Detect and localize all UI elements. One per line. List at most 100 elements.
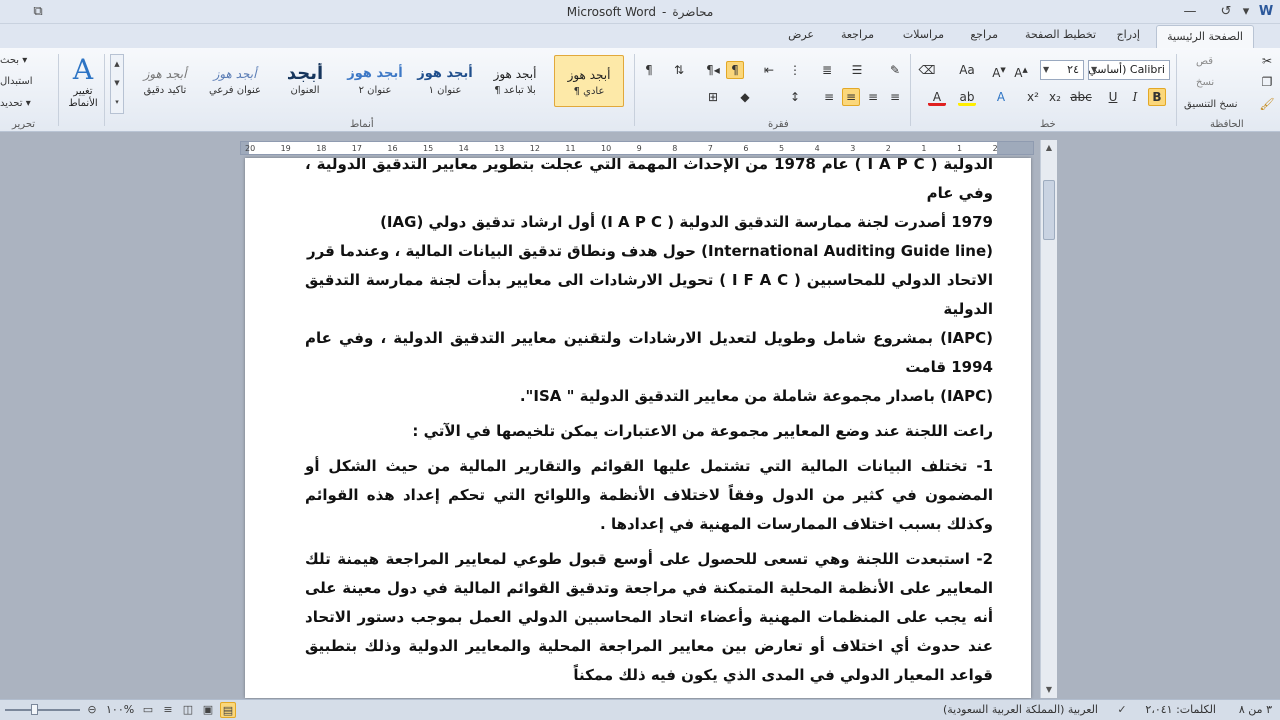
outline-view-icon[interactable]: ≡ [160,702,176,718]
vertical-scrollbar[interactable]: ▲ ▼ [1040,140,1057,698]
change-styles-icon: A [72,53,94,86]
italic-icon[interactable]: I [1126,88,1144,106]
spelling-icon[interactable]: ✎ [886,61,904,79]
font-name-combo[interactable]: Calibri (أساسي) ▼ [1088,60,1170,80]
change-styles-button[interactable]: A تغيير الأنماط [62,54,104,114]
align-right-icon[interactable]: ≡ [886,88,904,106]
more-styles-icon[interactable]: ▾ [111,93,123,112]
borders-icon[interactable]: ⊞ [704,88,722,106]
font-color-icon[interactable]: A [928,88,946,106]
web-layout-view-icon[interactable]: ◫ [180,702,196,718]
bold-icon[interactable]: B [1148,88,1166,106]
tab-references[interactable]: مراجع [970,28,998,41]
multilevel-list-icon[interactable]: ⋮ [786,61,804,79]
clear-formatting-icon[interactable]: ⌫ [918,61,936,79]
select-button[interactable]: تحديد ▾ [0,98,31,109]
ruler-tick-label: 2 [992,144,998,153]
style-heading-1[interactable]: أبجد هوز عنوان ١ [410,55,480,107]
highlight-icon[interactable]: ab [958,88,976,106]
window-title: Microsoft Word - محاضرة [0,5,1280,19]
show-marks-icon[interactable]: ¶ [640,61,658,79]
ruler-tick-label: 5 [779,144,785,153]
paragraph-point-1: 1- تختلف البيانات المالية التي تشتمل علي… [305,457,993,533]
quick-save-icon[interactable]: ▾ [1238,4,1254,20]
style-sample: أبجد هوز [347,66,403,81]
replace-button[interactable]: استبدال [0,76,33,87]
shrink-font-icon[interactable]: A▼ [990,61,1008,80]
styles-gallery-scroll[interactable]: ▲ ▼ ▾ [110,54,124,114]
ruler-tick-label: 1 [921,144,927,153]
subscript-icon[interactable]: x₂ [1046,88,1064,106]
text-effects-icon[interactable]: A [992,88,1010,106]
scroll-up-icon[interactable]: ▲ [111,55,123,74]
rtl-paragraph-icon[interactable]: ¶ [726,61,744,79]
undo-icon[interactable]: ↺ [1218,4,1234,20]
style-subtitle[interactable]: أبجد هوز عنوان فرعي [200,55,270,107]
line-spacing-icon[interactable]: ↕ [786,88,804,106]
horizontal-ruler[interactable]: 20 19 18 17 16 15 14 13 12 11 10 9 8 7 6 5 4 3 2 1 1 2 [240,141,1034,155]
full-screen-view-icon[interactable]: ▣ [200,702,216,718]
tab-view[interactable]: عرض [788,28,814,41]
style-title[interactable]: أبجد العنوان [270,55,340,107]
tab-insert[interactable]: إدراج [1117,28,1140,41]
minimize-icon[interactable]: — [1182,4,1198,20]
styles-group-label: أنماط [350,119,374,130]
style-subtle-emphasis[interactable]: أبجد هوز تأكيد دقيق [130,55,200,107]
bullets-icon[interactable]: ☰ [848,61,866,79]
document-body[interactable]: الدولية ( I A P C ) عام 1978 من الإحداث … [305,158,993,696]
copy-button[interactable]: نسخ [1196,77,1214,88]
draft-view-icon[interactable]: ▭ [140,702,156,718]
paragraph-intro: راعت اللجنة عند وضع المعايير مجموعة من ا… [412,422,993,440]
zoom-level[interactable]: %١٠٠ [106,703,134,716]
document-page[interactable]: الدولية ( I A P C ) عام 1978 من الإحداث … [245,158,1031,698]
editing-group-label: تحرير [12,119,36,130]
grow-font-icon[interactable]: A▲ [1012,61,1030,80]
word-count[interactable]: الكلمات: ٢،٠٤١ [1145,703,1216,716]
font-size-combo[interactable]: ٢٤ ▼ [1040,60,1084,80]
language-indicator[interactable]: العربية (المملكة العربية السعودية) [943,703,1098,716]
proofing-icon[interactable]: ✓ [1114,702,1130,718]
zoom-out-icon[interactable]: ⊖ [84,702,100,718]
underline-icon[interactable]: U [1104,88,1122,106]
numbering-icon[interactable]: ≣ [818,61,836,79]
select-label: تحديد [0,98,23,109]
zoom-slider-thumb[interactable] [31,704,38,715]
page-count[interactable]: ٣ من ٨ [1239,703,1272,716]
find-button[interactable]: بحث ▾ [0,55,27,66]
scroll-up-icon[interactable]: ▲ [1041,140,1057,156]
align-left-icon[interactable]: ≡ [820,88,838,106]
change-case-icon[interactable]: Aa [956,61,978,79]
style-no-spacing[interactable]: أبجد هوز ¶ بلا تباعد [480,55,550,107]
print-layout-view-icon[interactable]: ▤ [220,702,236,718]
style-sample: أبجد هوز [213,67,257,81]
style-heading-2[interactable]: أبجد هوز عنوان ٢ [340,55,410,107]
tab-review[interactable]: مراجعة [841,28,874,41]
ribbon-tabs: الصفحة الرئيسية إدراج تخطيط الصفحة مراجع… [0,24,1280,49]
shading-icon[interactable]: ◆ [736,88,754,106]
superscript-icon[interactable]: x² [1024,88,1042,106]
paragraph-point-2: 2- استبعدت اللجنة وهي تسعى للحصول على أو… [305,550,993,684]
decrease-indent-icon[interactable]: ⇤ [760,61,778,79]
tab-page-layout[interactable]: تخطيط الصفحة [1025,28,1096,41]
scroll-down-icon[interactable]: ▼ [1041,682,1057,698]
scroll-thumb[interactable] [1043,180,1055,240]
tab-home[interactable]: الصفحة الرئيسية [1156,25,1254,49]
align-center-icon[interactable]: ≡ [864,88,882,106]
word-logo-icon: W [1258,4,1274,19]
zoom-slider[interactable] [5,709,80,711]
style-normal[interactable]: أبجد هوز ¶ عادي [554,55,624,107]
strikethrough-icon[interactable]: abc [1070,88,1092,106]
justify-icon[interactable]: ≡ [842,88,860,106]
cut-label: قص [1196,56,1214,67]
format-painter-button[interactable]: نسخ التنسيق [1184,99,1237,110]
sort-icon[interactable]: ⇅ [670,61,688,79]
scroll-down-icon[interactable]: ▼ [111,74,123,93]
ltr-paragraph-icon[interactable]: ¶◂ [704,61,722,79]
ruler-tick-label: 9 [636,144,642,153]
dropdown-arrow-icon: ▼ [1091,65,1098,74]
ruler-tick-label: 8 [672,144,678,153]
font-size-value: ٢٤ [1067,63,1079,76]
ruler-tick-label: 7 [707,144,713,153]
tab-mailings[interactable]: مراسلات [903,28,944,41]
cut-button[interactable]: قص [1196,56,1213,67]
